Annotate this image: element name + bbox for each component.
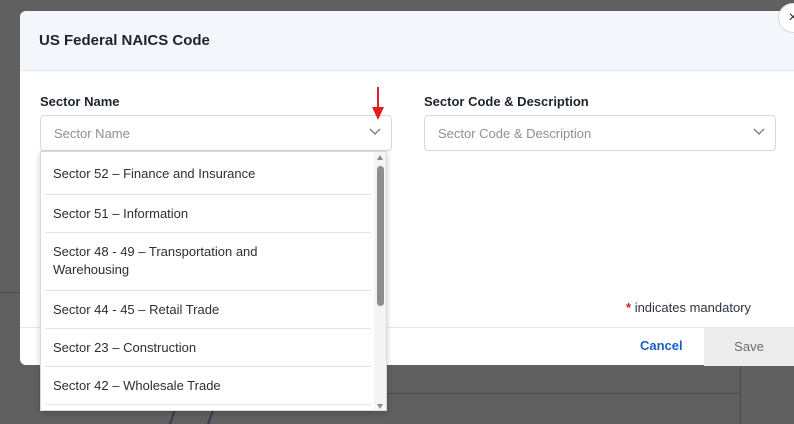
close-icon: × <box>788 9 794 26</box>
dropdown-option[interactable]: Sector 52 – Finance and Insurance <box>45 152 371 195</box>
sector-code-placeholder: Sector Code & Description <box>438 126 592 141</box>
sector-code-select[interactable]: Sector Code & Description <box>424 115 776 151</box>
chevron-down-icon <box>369 128 381 135</box>
dropdown-scrollbar[interactable] <box>374 152 386 410</box>
sector-name-placeholder: Sector Name <box>54 126 130 141</box>
sector-name-label: Sector Name <box>40 94 120 109</box>
dropdown-option[interactable]: Sector 23 – Construction <box>45 329 371 367</box>
modal-title: US Federal NAICS Code <box>39 32 210 49</box>
sector-name-select[interactable]: Sector Name <box>40 115 392 151</box>
required-star: * <box>626 300 632 315</box>
dropdown-option[interactable]: Sector 42 – Wholesale Trade <box>45 367 371 405</box>
chevron-down-icon <box>753 128 765 135</box>
background-divider <box>740 365 741 424</box>
scrollbar-thumb[interactable] <box>377 166 384 306</box>
dropdown-option[interactable]: Sector 48 - 49 – Transportation and Ware… <box>45 233 371 291</box>
cancel-button[interactable]: Cancel <box>640 338 683 353</box>
sector-name-dropdown: Sector 52 – Finance and Insurance Sector… <box>40 151 387 411</box>
background-divider <box>0 292 20 293</box>
dropdown-option[interactable]: Sector 44 - 45 – Retail Trade <box>45 291 371 329</box>
annotation-arrow-icon <box>372 87 384 120</box>
dropdown-option[interactable]: Sector 51 – Information <box>45 195 371 233</box>
scroll-down-icon[interactable] <box>377 404 383 409</box>
scroll-up-icon[interactable] <box>377 155 383 160</box>
sector-code-label: Sector Code & Description <box>424 94 589 109</box>
mandatory-note: * indicates mandatory <box>626 300 751 315</box>
modal-header: US Federal NAICS Code <box>20 11 794 71</box>
save-button[interactable]: Save <box>704 328 794 366</box>
mandatory-text: indicates mandatory <box>634 300 752 315</box>
background-divider <box>387 393 740 394</box>
